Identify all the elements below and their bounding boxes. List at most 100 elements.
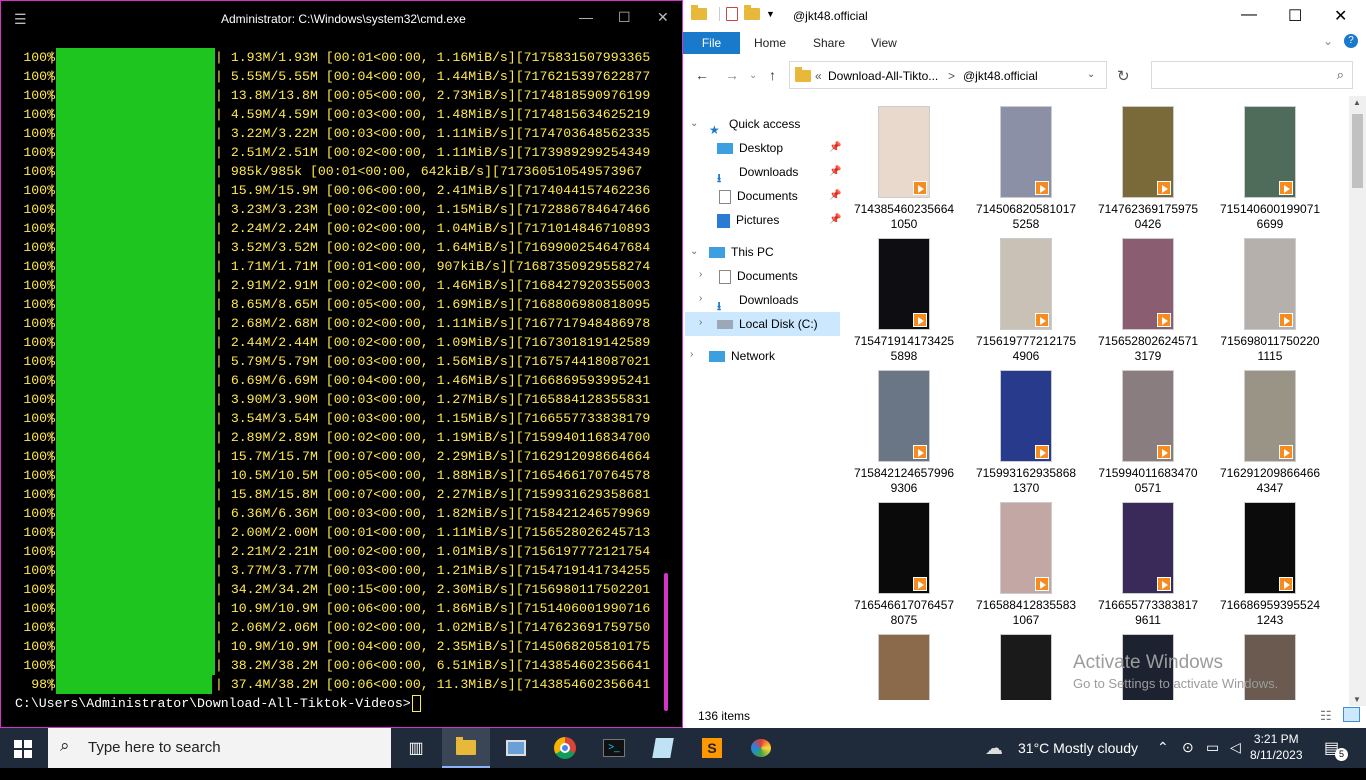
weather-icon[interactable]: ☁ (985, 738, 1003, 778)
recent-locations-icon[interactable]: ⌄ (749, 70, 757, 81)
maximize-icon[interactable]: ☐ (1288, 6, 1302, 26)
chevron-right-icon[interactable]: › (690, 349, 693, 360)
new-folder-icon[interactable] (744, 5, 760, 20)
video-file-tile[interactable]: 714506820581017 5258 (965, 100, 1087, 232)
chevron-right-icon[interactable]: › (699, 293, 702, 304)
video-file-tile[interactable]: 715619777212175 4906 (965, 232, 1087, 364)
refresh-icon[interactable]: ↻ (1117, 67, 1130, 85)
video-file-tile[interactable] (843, 628, 965, 700)
scroll-down-icon[interactable]: ▼ (1353, 695, 1361, 704)
chevron-up-icon[interactable]: ⌃ (1157, 739, 1169, 779)
video-file-tile[interactable]: 715140600199071 6699 (1209, 100, 1331, 232)
scroll-thumb[interactable] (1352, 114, 1363, 188)
task-view-icon[interactable]: ▥ (392, 728, 440, 768)
sidebar-item-pictures[interactable]: Pictures (717, 208, 779, 232)
pin-icon[interactable]: 📌 (829, 142, 841, 153)
navigation-pane[interactable]: ⌄ ★ Quick access Desktop 📌 ⭳ Downloads 📌 D… (683, 108, 841, 698)
video-file-tile[interactable] (965, 628, 1087, 700)
command-prompt[interactable]: C:\Users\Administrator\Download-All-Tikt… (15, 694, 650, 713)
system-menu-icon[interactable]: ☰ (14, 11, 27, 28)
video-file-tile[interactable]: 716546617076457 8075 (843, 496, 965, 628)
sidebar-item-quick-access[interactable]: ★ Quick access (709, 112, 800, 137)
explorer-window[interactable]: ▼ @jkt48.official — ☐ ✕ File Home Share … (683, 0, 1366, 728)
video-file-tile[interactable]: 715698011750220 1115 (1209, 232, 1331, 364)
terminal-output[interactable]: 100% | | 1.93M/1.93M [00:01<00:00, 1.16MiB… (15, 48, 650, 713)
sidebar-item-desktop[interactable]: Desktop (717, 136, 783, 160)
pin-icon[interactable]: 📌 (829, 190, 841, 201)
video-file-tile[interactable]: 716686959395524 1243 (1209, 496, 1331, 628)
notepad-taskbar-icon[interactable] (639, 728, 687, 768)
properties-icon[interactable] (726, 7, 738, 21)
volume-icon[interactable]: ◁ (1230, 739, 1241, 779)
sidebar-item-pc-documents[interactable]: Documents (717, 264, 798, 288)
cmd-window[interactable]: ☰ Administrator: C:\Windows\system32\cmd… (0, 0, 683, 728)
forward-icon[interactable]: → (725, 67, 739, 83)
sidebar-item-documents[interactable]: Documents (717, 184, 798, 208)
file-explorer-taskbar-icon[interactable] (442, 728, 490, 768)
sidebar-item-pc-downloads[interactable]: ⭳ Downloads (717, 288, 798, 313)
address-box[interactable]: « Download-All-Tikto... > @jkt48.officia… (789, 61, 1107, 89)
explorer-title-bar[interactable]: ▼ @jkt48.official — ☐ ✕ (683, 0, 1366, 32)
camera-icon[interactable]: ⊙ (1182, 739, 1194, 779)
sidebar-item-local-disk[interactable]: Local Disk (C:) (685, 312, 840, 336)
large-icons-view-icon[interactable] (1343, 707, 1360, 722)
weather-text[interactable]: 31°C Mostly cloudy (1018, 740, 1138, 780)
chevron-right-icon[interactable]: › (699, 269, 702, 280)
back-icon[interactable]: ← (695, 67, 709, 83)
minimize-icon[interactable]: — (579, 9, 593, 25)
video-file-tile[interactable]: 715652802624571 3179 (1087, 232, 1209, 364)
breadcrumb-overflow[interactable]: « (815, 69, 822, 83)
sidebar-item-this-pc[interactable]: This PC (709, 240, 774, 264)
close-icon[interactable]: ✕ (1334, 6, 1347, 26)
video-file-tile[interactable]: 715842124657996 9306 (843, 364, 965, 496)
progress-bar-fill (56, 523, 215, 542)
customize-toolbar-icon[interactable]: ▼ (766, 9, 775, 19)
tab-view[interactable]: View (871, 36, 897, 50)
sidebar-item-network[interactable]: Network (709, 344, 775, 368)
video-file-tile[interactable]: 715994011683470 0571 (1087, 364, 1209, 496)
close-icon[interactable]: ✕ (657, 9, 669, 26)
chevron-right-icon[interactable]: › (699, 317, 702, 328)
tab-file[interactable]: File (683, 32, 740, 54)
help-icon[interactable]: ? (1344, 34, 1358, 48)
chevron-down-icon[interactable]: ⌄ (690, 118, 698, 129)
vertical-scrollbar[interactable]: ▲ ▼ (1349, 96, 1366, 706)
paint-taskbar-icon[interactable] (737, 728, 785, 768)
network-config-taskbar-icon[interactable] (492, 728, 540, 768)
taskbar-search-box[interactable]: ⌕ Type here to search (48, 728, 391, 768)
progress-bar-fill (56, 67, 215, 86)
cmd-scrollbar[interactable] (664, 573, 668, 711)
video-file-tile[interactable]: 714762369175975 0426 (1087, 100, 1209, 232)
search-input[interactable]: ⌕ (1151, 61, 1353, 89)
address-dropdown-icon[interactable]: ⌄ (1087, 69, 1095, 80)
pin-icon[interactable]: 📌 (829, 166, 841, 177)
minimize-icon[interactable]: — (1241, 6, 1257, 24)
tab-share[interactable]: Share (813, 36, 845, 50)
expand-ribbon-icon[interactable]: ⌄ (1323, 34, 1333, 48)
breadcrumb-separator[interactable]: > (948, 69, 955, 83)
clock[interactable]: 3:21 PM 8/11/2023 (1250, 731, 1303, 763)
chrome-taskbar-icon[interactable] (541, 728, 589, 768)
breadcrumb-parent[interactable]: Download-All-Tikto... (828, 69, 938, 83)
up-icon[interactable]: ↑ (769, 67, 776, 83)
video-file-tile[interactable]: 715471914173425 5898 (843, 232, 965, 364)
pin-icon[interactable]: 📌 (829, 214, 841, 225)
scroll-up-icon[interactable]: ▲ (1353, 98, 1361, 107)
breadcrumb-current[interactable]: @jkt48.official (963, 69, 1038, 83)
video-file-tile[interactable]: 716291209866466 4347 (1209, 364, 1331, 496)
cmd-title-bar[interactable]: ☰ Administrator: C:\Windows\system32\cmd… (1, 1, 682, 37)
video-file-tile[interactable]: 716588412835583 1067 (965, 496, 1087, 628)
video-file-tile[interactable]: 714385460235664 1050 (843, 100, 965, 232)
sublime-taskbar-icon[interactable]: S (688, 728, 736, 768)
video-file-tile[interactable]: 715993162935868 1370 (965, 364, 1087, 496)
windows-start-icon[interactable] (14, 740, 32, 758)
maximize-icon[interactable]: ☐ (618, 9, 631, 26)
tab-home[interactable]: Home (754, 36, 786, 50)
details-view-icon[interactable]: ☷ (1320, 708, 1332, 724)
terminal-taskbar-icon[interactable]: >_ (590, 728, 638, 768)
chevron-down-icon[interactable]: ⌄ (690, 246, 698, 257)
video-file-tile[interactable]: 716655773383817 9611 (1087, 496, 1209, 628)
file-grid[interactable]: 714385460235664 1050 714506820581017 5258 71… (843, 100, 1351, 700)
network-status-icon[interactable]: ▭ (1206, 739, 1219, 779)
sidebar-item-downloads[interactable]: ⭳ Downloads (717, 160, 798, 185)
